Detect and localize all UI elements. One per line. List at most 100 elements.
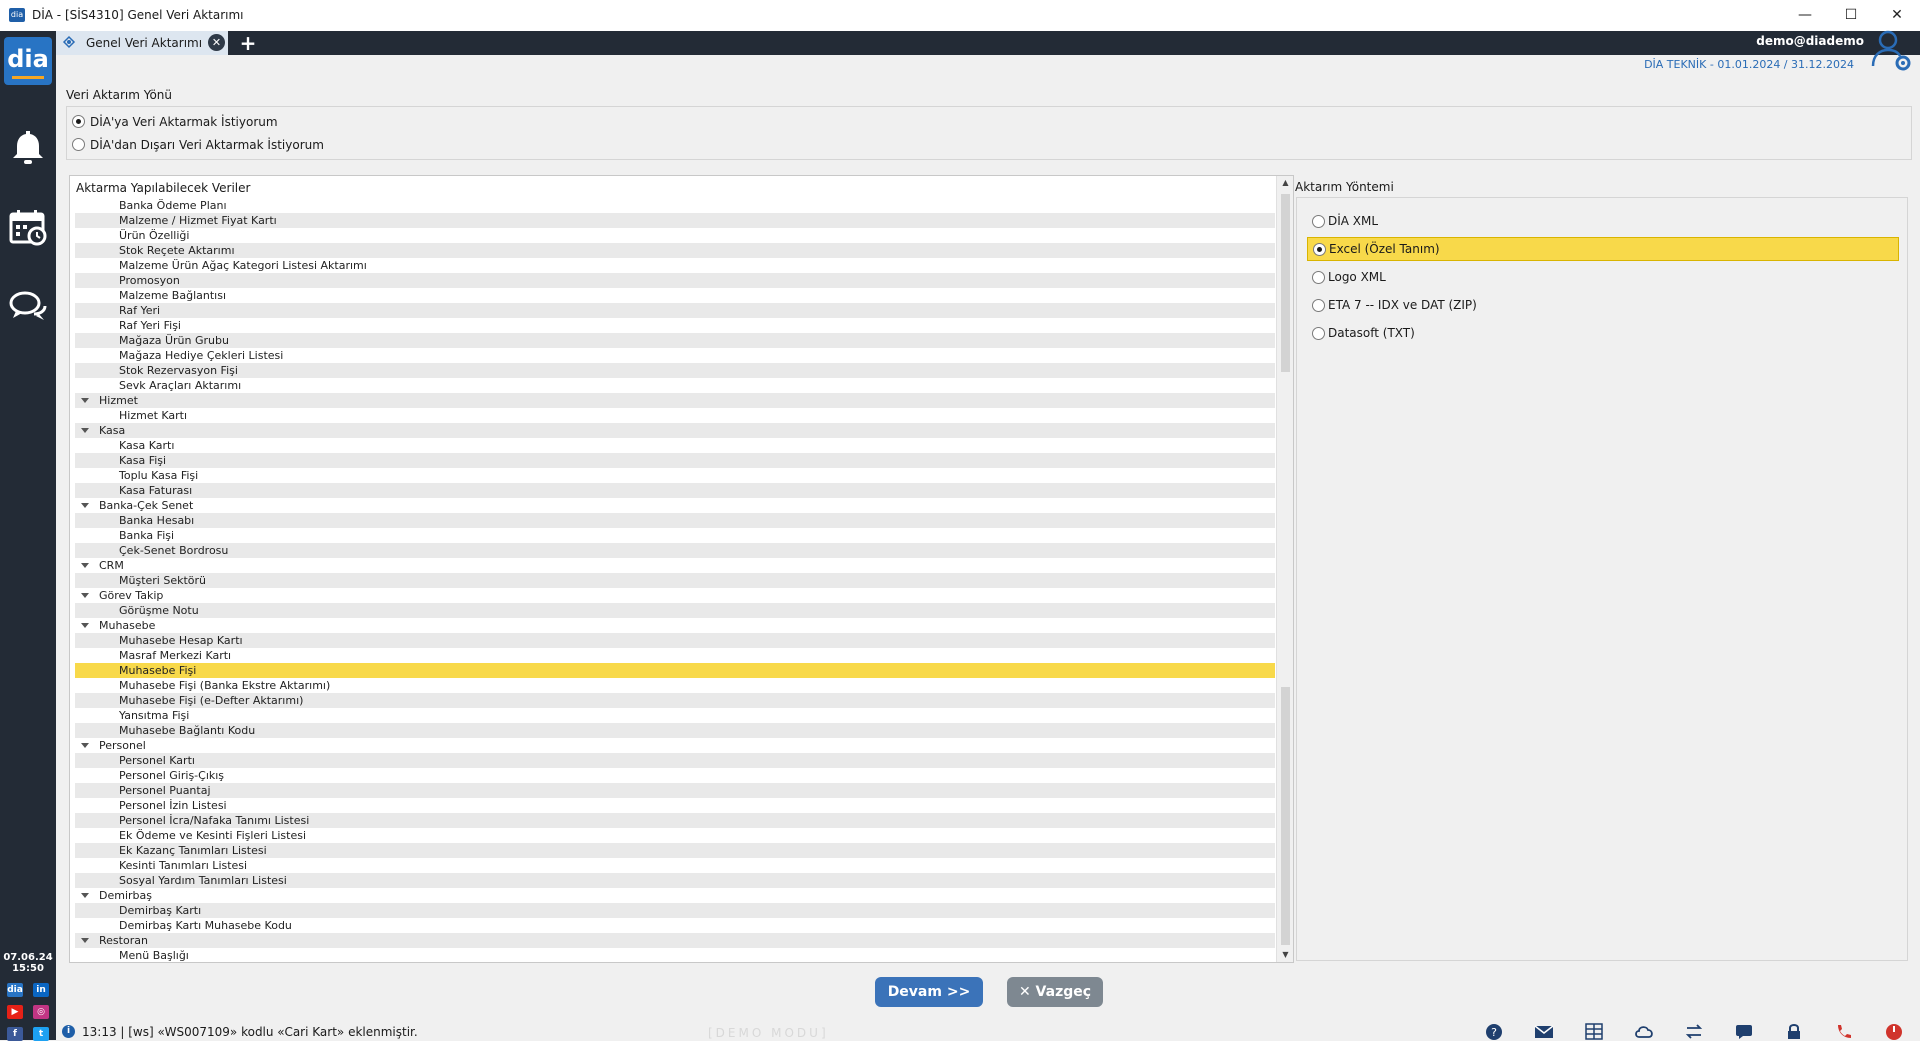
tree-item-row[interactable]: Çek-Senet Bordrosu bbox=[75, 543, 1275, 558]
tree-item-row[interactable]: Toplu Kasa Fişi bbox=[75, 468, 1275, 483]
tree-item-row[interactable]: Raf Yeri bbox=[75, 303, 1275, 318]
tree-item-row[interactable]: Sosyal Yardım Tanımları Listesi bbox=[75, 873, 1275, 888]
tree-item-row[interactable]: Masraf Merkezi Kartı bbox=[75, 648, 1275, 663]
dia-logo[interactable]: dia bbox=[4, 37, 52, 85]
radio-datasoft[interactable] bbox=[1312, 327, 1325, 340]
expand-caret-icon[interactable] bbox=[81, 623, 89, 628]
tree-group-row[interactable]: Banka-Çek Senet bbox=[75, 498, 1275, 513]
expand-caret-icon[interactable] bbox=[81, 398, 89, 403]
close-window-button[interactable]: ✕ bbox=[1874, 0, 1920, 31]
method-option-excel[interactable]: Excel (Özel Tanım) bbox=[1307, 237, 1899, 261]
user-name[interactable]: demo@diademo bbox=[1756, 34, 1864, 48]
tree-group-row[interactable]: CRM bbox=[75, 558, 1275, 573]
instagram-icon[interactable]: ◎ bbox=[33, 1005, 49, 1019]
tree-item-row[interactable]: Personel İzin Listesi bbox=[75, 798, 1275, 813]
tree-item-row[interactable]: Muhasebe Bağlantı Kodu bbox=[75, 723, 1275, 738]
expand-caret-icon[interactable] bbox=[81, 503, 89, 508]
user-settings-icon[interactable] bbox=[1870, 28, 1914, 72]
data-tree-panel[interactable]: Aktarma Yapılabilecek Veriler Banka Ödem… bbox=[69, 175, 1294, 963]
tree-item-row[interactable]: Kasa Kartı bbox=[75, 438, 1275, 453]
tree-scrollbar[interactable]: ▲ ▼ bbox=[1276, 176, 1293, 962]
tree-item-row[interactable]: Stok Reçete Aktarımı bbox=[75, 243, 1275, 258]
tree-item-row[interactable]: Muhasebe Hesap Kartı bbox=[75, 633, 1275, 648]
tree-item-row[interactable]: Demirbaş Kartı bbox=[75, 903, 1275, 918]
tree-item-row[interactable]: Malzeme Bağlantısı bbox=[75, 288, 1275, 303]
scroll-thumb[interactable] bbox=[1281, 194, 1290, 372]
expand-caret-icon[interactable] bbox=[81, 893, 89, 898]
tree-item-row[interactable]: Raf Yeri Fişi bbox=[75, 318, 1275, 333]
method-option-eta7[interactable]: ETA 7 -- IDX ve DAT (ZIP) bbox=[1307, 294, 1897, 316]
tree-item-row[interactable]: Ek Ödeme ve Kesinti Fişleri Listesi bbox=[75, 828, 1275, 843]
tree-group-row[interactable]: Muhasebe bbox=[75, 618, 1275, 633]
add-tab-icon[interactable]: + bbox=[236, 31, 260, 55]
tree-item-row[interactable]: Mağaza Hediye Çekleri Listesi bbox=[75, 348, 1275, 363]
radio-dia-xml[interactable] bbox=[1312, 215, 1325, 228]
tree-group-row[interactable]: Demirbaş bbox=[75, 888, 1275, 903]
method-option-dia-xml[interactable]: DİA XML bbox=[1307, 210, 1897, 232]
bell-icon[interactable] bbox=[8, 127, 48, 167]
expand-caret-icon[interactable] bbox=[81, 743, 89, 748]
tab-genel-veri-aktarimi[interactable]: Genel Veri Aktarımı ✕ bbox=[56, 31, 228, 55]
tree-item-row[interactable]: Personel Giriş-Çıkış bbox=[75, 768, 1275, 783]
maximize-button[interactable]: ☐ bbox=[1828, 0, 1874, 31]
tree-item-row[interactable]: Kesinti Tanımları Listesi bbox=[75, 858, 1275, 873]
lock-icon[interactable] bbox=[1784, 1023, 1804, 1040]
youtube-icon[interactable]: ▶ bbox=[7, 1005, 23, 1019]
tree-item-row[interactable]: Kasa Faturası bbox=[75, 483, 1275, 498]
calendar-clock-icon[interactable] bbox=[8, 207, 48, 247]
tree-item-row[interactable]: Muhasebe Fişi (Banka Ekstre Aktarımı) bbox=[75, 678, 1275, 693]
method-option-logo-xml[interactable]: Logo XML bbox=[1307, 266, 1897, 288]
scroll-up-icon[interactable]: ▲ bbox=[1277, 176, 1293, 190]
tree-item-row[interactable]: Ürün Özelliği bbox=[75, 228, 1275, 243]
linkedin-icon[interactable]: in bbox=[33, 983, 49, 997]
option-import-label[interactable]: DİA'ya Veri Aktarmak İstiyorum bbox=[90, 115, 278, 129]
tree-item-row[interactable]: Görüşme Notu bbox=[75, 603, 1275, 618]
tree-item-row[interactable]: Kasa Fişi bbox=[75, 453, 1275, 468]
tree-item-row[interactable]: Yansıtma Fişi bbox=[75, 708, 1275, 723]
calculator-icon[interactable] bbox=[1584, 1023, 1604, 1040]
mail-icon[interactable] bbox=[1534, 1023, 1554, 1040]
method-option-datasoft[interactable]: Datasoft (TXT) bbox=[1307, 322, 1897, 344]
tree-group-row[interactable]: Personel bbox=[75, 738, 1275, 753]
tree-group-row[interactable]: Restoran bbox=[75, 933, 1275, 948]
tree-item-row[interactable]: Personel Kartı bbox=[75, 753, 1275, 768]
tree-item-row[interactable]: Promosyon bbox=[75, 273, 1275, 288]
close-tab-icon[interactable]: ✕ bbox=[208, 34, 225, 51]
expand-caret-icon[interactable] bbox=[81, 593, 89, 598]
phone-icon[interactable] bbox=[1834, 1023, 1854, 1040]
company-period[interactable]: DİA TEKNİK - 01.01.2024 / 31.12.2024 bbox=[1644, 58, 1854, 71]
radio-eta7[interactable] bbox=[1312, 299, 1325, 312]
tree-item-row[interactable]: Muhasebe Fişi (e-Defter Aktarımı) bbox=[75, 693, 1275, 708]
help-icon[interactable]: ? bbox=[1484, 1023, 1504, 1040]
transfer-icon[interactable] bbox=[1684, 1023, 1704, 1040]
facebook-icon[interactable]: f bbox=[7, 1027, 23, 1041]
expand-caret-icon[interactable] bbox=[81, 938, 89, 943]
message-icon[interactable] bbox=[1734, 1023, 1754, 1040]
tree-group-row[interactable]: Kasa bbox=[75, 423, 1275, 438]
radio-import[interactable] bbox=[72, 115, 85, 128]
tree-group-row[interactable]: Görev Takip bbox=[75, 588, 1275, 603]
tree-item-row[interactable]: Muhasebe Fişi bbox=[75, 663, 1275, 678]
cancel-button[interactable]: ✕ Vazgeç bbox=[1007, 977, 1103, 1007]
option-export-label[interactable]: DİA'dan Dışarı Veri Aktarmak İstiyorum bbox=[90, 138, 324, 152]
tree-item-row[interactable]: Menü Başlığı bbox=[75, 948, 1275, 962]
tree-item-row[interactable]: Banka Fişi bbox=[75, 528, 1275, 543]
tree-item-row[interactable]: Hizmet Kartı bbox=[75, 408, 1275, 423]
cloud-sync-icon[interactable] bbox=[1634, 1023, 1654, 1040]
power-icon[interactable] bbox=[1884, 1023, 1904, 1040]
next-button[interactable]: Devam >> bbox=[875, 977, 983, 1007]
tree-item-row[interactable]: Mağaza Ürün Grubu bbox=[75, 333, 1275, 348]
tree-group-row[interactable]: Hizmet bbox=[75, 393, 1275, 408]
tree-item-row[interactable]: Demirbaş Kartı Muhasebe Kodu bbox=[75, 918, 1275, 933]
tree-item-row[interactable]: Malzeme / Hizmet Fiyat Kartı bbox=[75, 213, 1275, 228]
chat-icon[interactable] bbox=[8, 287, 48, 327]
expand-caret-icon[interactable] bbox=[81, 428, 89, 433]
radio-export[interactable] bbox=[72, 138, 85, 151]
tree-item-row[interactable]: Banka Ödeme Planı bbox=[75, 198, 1275, 213]
tree-item-row[interactable]: Sevk Araçları Aktarımı bbox=[75, 378, 1275, 393]
twitter-icon[interactable]: t bbox=[33, 1027, 49, 1041]
expand-caret-icon[interactable] bbox=[81, 563, 89, 568]
tree-item-row[interactable]: Personel İcra/Nafaka Tanımı Listesi bbox=[75, 813, 1275, 828]
scroll-down-icon[interactable]: ▼ bbox=[1277, 948, 1293, 962]
radio-excel[interactable] bbox=[1313, 243, 1326, 256]
